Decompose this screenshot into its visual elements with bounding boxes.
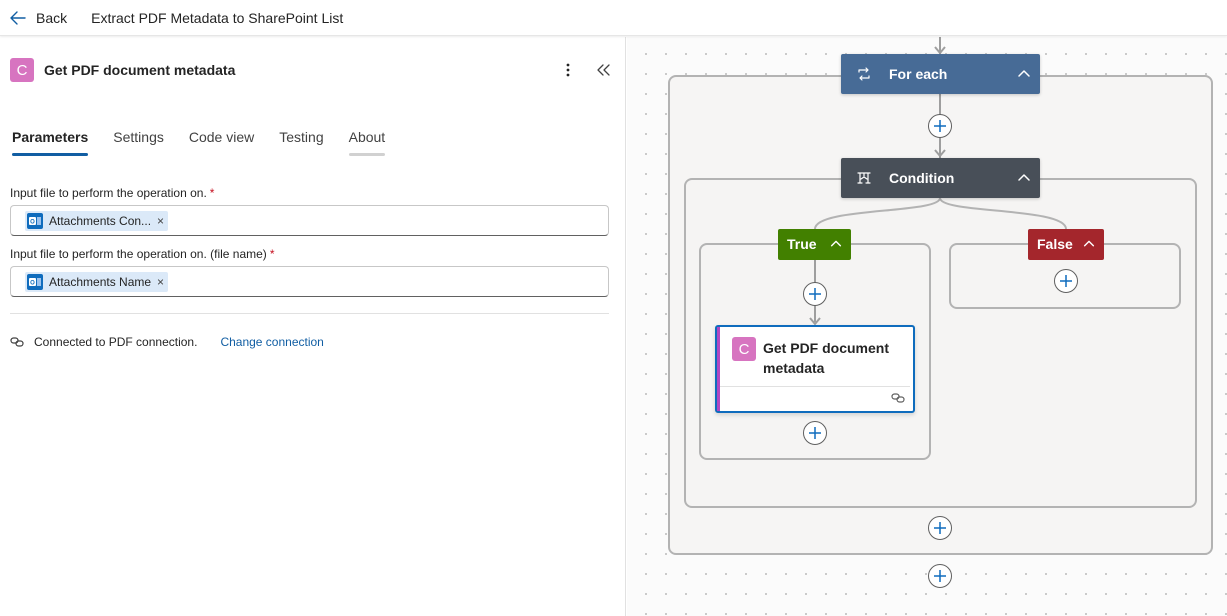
change-connection-link[interactable]: Change connection xyxy=(220,335,323,349)
plus-icon xyxy=(809,288,821,300)
outlook-icon: O xyxy=(25,272,45,292)
more-vertical-icon xyxy=(566,63,570,77)
tab-testing[interactable]: Testing xyxy=(279,129,323,156)
false-branch-label: False xyxy=(1037,236,1073,252)
get-pdf-metadata-card[interactable]: C Get PDF document metadata xyxy=(715,325,915,413)
chevron-up-icon[interactable] xyxy=(1082,237,1096,251)
plus-icon xyxy=(934,570,946,582)
required-marker: * xyxy=(209,186,215,200)
tab-code-view[interactable]: Code view xyxy=(189,129,254,156)
chevron-up-icon[interactable] xyxy=(1016,170,1032,186)
condition-label: Condition xyxy=(889,170,955,186)
plus-icon xyxy=(809,427,821,439)
token-label: Attachments Con... xyxy=(49,213,152,228)
input-file-label: Input file to perform the operation on. * xyxy=(10,186,214,200)
pdf-connector-icon: C xyxy=(10,58,34,82)
input-file-name-label-text: Input file to perform the operation on. … xyxy=(10,247,267,261)
flow-title: Extract PDF Metadata to SharePoint List xyxy=(91,9,344,26)
condition-node[interactable]: Condition xyxy=(841,158,1040,198)
input-file-field[interactable]: O Attachments Con... × xyxy=(10,205,609,236)
dynamic-content-token[interactable]: O Attachments Name × xyxy=(25,271,169,292)
true-branch-node[interactable]: True xyxy=(778,229,851,260)
card-accent-strip xyxy=(717,327,720,411)
condition-icon xyxy=(857,172,871,184)
token-label: Attachments Name xyxy=(49,274,152,289)
link-icon xyxy=(10,337,24,347)
required-marker: * xyxy=(269,247,275,261)
input-file-name-label: Input file to perform the operation on. … xyxy=(10,247,274,261)
panel-tabs: Parameters Settings Code view Testing Ab… xyxy=(12,129,410,156)
action-details-panel: C Get PDF document metadata Parameters S… xyxy=(0,37,626,616)
card-divider xyxy=(720,386,910,387)
dynamic-content-token[interactable]: O Attachments Con... × xyxy=(25,210,169,231)
false-branch-node[interactable]: False xyxy=(1028,229,1104,260)
remove-token-button[interactable]: × xyxy=(157,275,164,289)
pdf-connector-icon: C xyxy=(732,337,756,361)
connection-status: Connected to PDF connection. xyxy=(34,335,198,349)
plus-icon xyxy=(934,522,946,534)
back-arrow-icon xyxy=(10,10,26,25)
outlook-icon: O xyxy=(25,211,45,231)
true-branch-label: True xyxy=(787,236,817,252)
input-file-label-text: Input file to perform the operation on. xyxy=(10,186,207,200)
designer-canvas[interactable]: For each Condition True C Get PDF docume… xyxy=(627,37,1227,616)
link-icon xyxy=(891,393,905,403)
svg-text:O: O xyxy=(30,219,35,225)
plus-icon xyxy=(1060,275,1072,287)
double-chevron-left-icon xyxy=(597,64,610,76)
section-divider xyxy=(10,313,609,314)
tab-settings[interactable]: Settings xyxy=(113,129,164,156)
add-action-button[interactable] xyxy=(928,516,952,540)
tab-about[interactable]: About xyxy=(348,129,385,156)
svg-text:O: O xyxy=(30,280,35,286)
more-options-button[interactable] xyxy=(556,58,580,82)
remove-token-button[interactable]: × xyxy=(157,214,164,228)
action-title: Get PDF document metadata xyxy=(763,340,890,376)
tab-parameters[interactable]: Parameters xyxy=(12,129,89,156)
connection-row: Connected to PDF connection. Change conn… xyxy=(10,335,324,349)
add-action-button[interactable] xyxy=(1054,269,1078,293)
back-button[interactable]: Back xyxy=(0,0,79,36)
add-action-button[interactable] xyxy=(803,282,827,306)
add-action-button[interactable] xyxy=(928,564,952,588)
add-action-button[interactable] xyxy=(803,421,827,445)
top-bar: Back Extract PDF Metadata to SharePoint … xyxy=(0,0,1227,36)
panel-title: Get PDF document metadata xyxy=(44,62,236,78)
chevron-up-icon[interactable] xyxy=(829,237,843,251)
collapse-panel-button[interactable] xyxy=(592,58,616,82)
input-file-name-field[interactable]: O Attachments Name × xyxy=(10,266,609,297)
back-label: Back xyxy=(36,9,68,26)
panel-header: C Get PDF document metadata xyxy=(10,58,615,82)
